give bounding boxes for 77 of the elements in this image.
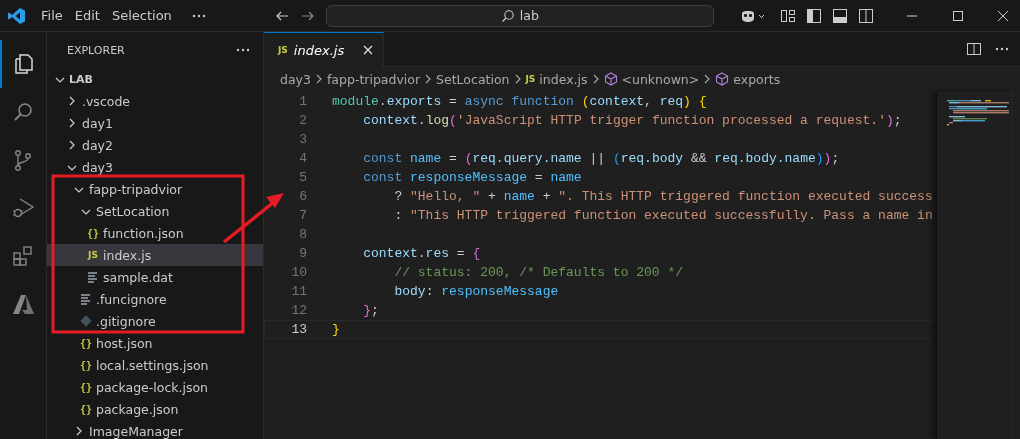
code-line: ? "Hello, " + name + ". This HTTP triggered function executed success <box>393 188 933 206</box>
tree-item[interactable]: .funcignore <box>47 288 263 310</box>
code-line: const name = (req.query.name || (req.body && req.body.name)); <box>362 150 840 168</box>
menu-item[interactable]: File <box>35 5 69 26</box>
split-editor-icon[interactable] <box>966 41 982 57</box>
breadcrumb[interactable]: exports <box>733 71 781 87</box>
breadcrumb[interactable]: day3 <box>280 71 311 87</box>
tree-item[interactable]: JS index.js <box>47 244 263 266</box>
code-line: } <box>332 321 340 339</box>
breadcrumb[interactable]: SetLocation <box>436 71 510 87</box>
line-number: 8 <box>298 226 307 244</box>
tree-item[interactable]: {} local.settings.json <box>47 354 263 376</box>
tree-item[interactable]: sample.dat <box>47 266 263 288</box>
js-file-icon: JS <box>525 74 536 84</box>
cube-icon <box>603 72 618 86</box>
lines-icon <box>79 292 93 306</box>
line-number: 2 <box>298 112 307 130</box>
tree-item[interactable]: day1 <box>47 112 263 134</box>
tree-item[interactable]: {} package.json <box>47 398 263 420</box>
line-number: 4 <box>298 150 307 168</box>
vscode-logo-icon <box>8 6 26 25</box>
tree-item[interactable]: SetLocation <box>47 200 263 222</box>
braces-icon: {} <box>86 227 100 239</box>
tree-item[interactable]: day2 <box>47 134 263 156</box>
code-line: : "This HTTP triggered function executed successfully. Pass a name in <box>393 207 933 225</box>
tree-item[interactable]: ImageManager <box>47 420 263 439</box>
js-file-icon: JS <box>278 45 288 55</box>
close-icon[interactable] <box>361 43 375 57</box>
extensions-icon[interactable] <box>11 244 35 268</box>
js-file-icon: JS <box>86 250 100 260</box>
line-number: 13 <box>290 321 307 339</box>
editor-tab[interactable]: JS index.js <box>264 32 384 67</box>
breadcrumb[interactable]: <unknown> <box>621 71 700 87</box>
layout-icon[interactable] <box>779 7 796 24</box>
braces-icon: {} <box>79 403 93 415</box>
line-number: 3 <box>298 131 307 149</box>
tree-item[interactable]: {} function.json <box>47 222 263 244</box>
secondary-sidebar-icon[interactable] <box>857 7 874 24</box>
line-number: 10 <box>290 264 307 282</box>
code-line: context.res = { <box>362 245 481 263</box>
tree-item[interactable]: day3 <box>47 156 263 178</box>
braces-icon: {} <box>79 337 93 349</box>
breadcrumb[interactable]: index.js <box>539 71 588 87</box>
code-line: }; <box>362 302 379 320</box>
folder-header[interactable]: LAB <box>47 68 263 90</box>
line-number: 5 <box>298 169 307 187</box>
tree-item[interactable]: .gitignore <box>47 310 263 332</box>
line-number: 11 <box>290 283 307 301</box>
sidebar-title: EXPLORER <box>67 43 125 57</box>
braces-icon: {} <box>79 359 93 371</box>
search-field[interactable]: lab <box>325 4 714 27</box>
code-line: context.log('JavaScript HTTP trigger function processed a request.'); <box>362 112 902 130</box>
run-debug-icon[interactable] <box>11 196 35 220</box>
line-number: 9 <box>298 245 307 263</box>
pointer-arrow <box>222 193 284 244</box>
menu-item[interactable]: Edit <box>68 5 106 26</box>
line-number: 6 <box>298 188 307 206</box>
code-line: // status: 200, /* Defaults to 200 */ <box>393 264 684 282</box>
line-number: 7 <box>298 207 307 225</box>
code-line: body: responseMessage <box>393 283 559 301</box>
code-line: module.exports = async function (context, req) { <box>332 93 707 111</box>
tree-item[interactable]: fapp-tripadvior <box>47 178 263 200</box>
tree-item[interactable]: .vscode <box>47 90 263 112</box>
tree-item[interactable]: {} host.json <box>47 332 263 354</box>
code-line: const responseMessage = name <box>362 169 582 187</box>
azure-icon[interactable] <box>11 292 35 316</box>
braces-icon: {} <box>79 381 93 393</box>
cube-icon <box>715 72 730 86</box>
line-number: 12 <box>290 302 307 320</box>
breadcrumb[interactable]: fapp-tripadvior <box>326 71 421 87</box>
search-icon <box>500 8 515 23</box>
lines-icon <box>86 270 100 284</box>
line-number: 1 <box>298 93 307 111</box>
menu-item[interactable]: Selection <box>105 5 178 26</box>
sidebar-toggle-icon[interactable] <box>805 7 822 24</box>
tree-item[interactable]: {} package-lock.json <box>47 376 263 398</box>
panel-toggle-icon[interactable] <box>831 7 848 24</box>
